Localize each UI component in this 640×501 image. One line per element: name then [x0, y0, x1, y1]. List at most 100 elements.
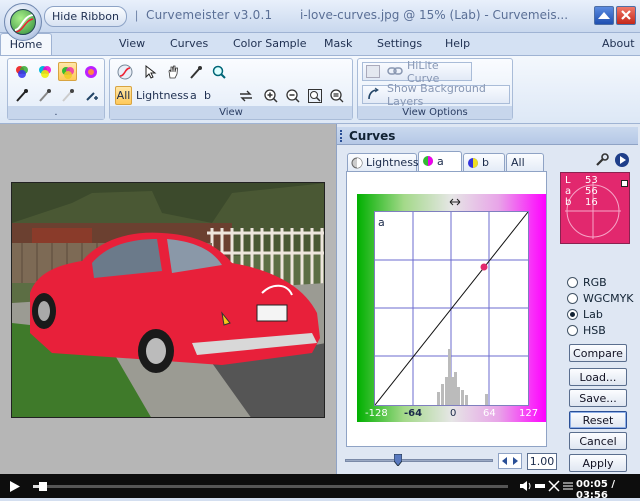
lab-circles-icon[interactable]: [58, 62, 77, 81]
mode-radio-rgb[interactable]: RGB: [567, 276, 607, 289]
show-background-layers-label: Show Background Layers: [387, 81, 486, 108]
settings-icon[interactable]: [534, 480, 546, 492]
checkbox-icon: [366, 65, 380, 78]
swap-icon[interactable]: [236, 86, 255, 105]
cmyk-circles-icon[interactable]: [35, 62, 54, 81]
lightness-icon: [351, 157, 363, 169]
readout-label: a: [565, 186, 572, 197]
close-button[interactable]: [616, 6, 636, 25]
photo-canvas[interactable]: [11, 182, 325, 418]
mode-radio-hsb[interactable]: HSB: [567, 324, 606, 337]
zoom-fit-icon[interactable]: [305, 86, 324, 105]
ribbon: . All Lightness a b View HiLite Curve Sh…: [0, 55, 640, 124]
tools-group-label: .: [8, 106, 104, 119]
tools-group: .: [7, 58, 105, 120]
tab-a-label: a: [437, 155, 444, 168]
readout-menu-icon[interactable]: [621, 180, 628, 187]
load-button[interactable]: Load...: [569, 368, 627, 386]
eyedropper-white-icon[interactable]: [58, 85, 77, 104]
mode-label: RGB: [583, 276, 607, 289]
tab-b[interactable]: b: [463, 153, 505, 171]
fullscreen-icon[interactable]: [548, 480, 560, 492]
hand-icon[interactable]: [163, 62, 182, 81]
blend-slider[interactable]: [345, 453, 493, 467]
tab-help[interactable]: Help: [445, 37, 470, 50]
view-b-button[interactable]: b: [204, 89, 211, 102]
document-title: i-love-curves.jpg @ 15% (Lab) - Curvemei…: [300, 8, 569, 22]
axis-ticks: -128 -64 0 64 127: [357, 408, 546, 422]
tab-b-label: b: [482, 156, 489, 169]
tab-lightness[interactable]: Lightness: [347, 153, 419, 171]
curve-grid[interactable]: a: [374, 211, 529, 406]
about-link[interactable]: About: [602, 37, 635, 50]
zoom-actual-icon[interactable]: [327, 86, 346, 105]
pointer-icon[interactable]: [140, 62, 159, 81]
wrench-icon[interactable]: [594, 152, 610, 171]
eyedropper-gray-icon[interactable]: [35, 85, 54, 104]
hsb-circles-icon[interactable]: [81, 62, 100, 81]
readout-value: 16: [585, 197, 598, 208]
tick-label: 64: [483, 408, 496, 419]
tab-all[interactable]: All: [506, 153, 544, 171]
volume-icon[interactable]: [519, 480, 531, 492]
slider-thumb[interactable]: [393, 453, 403, 467]
title-separator: ❘: [132, 9, 142, 22]
app-menu-button[interactable]: [4, 3, 42, 41]
menu-icon[interactable]: [562, 480, 574, 492]
view-options-group-label: View Options: [358, 106, 512, 119]
seek-track[interactable]: [33, 482, 508, 491]
tab-settings[interactable]: Settings: [377, 37, 422, 50]
zoom-icon[interactable]: [209, 62, 228, 81]
color-sampler-icon[interactable]: [186, 62, 205, 81]
grip-icon: [340, 130, 343, 142]
eyedropper-plus-icon[interactable]: [81, 85, 100, 104]
tab-mask[interactable]: Mask: [324, 37, 352, 50]
triangle-up-icon: [598, 12, 610, 19]
channel-label: a: [378, 216, 385, 229]
mode-label: HSB: [583, 324, 606, 337]
zoom-in-icon[interactable]: [261, 86, 280, 105]
show-background-layers-button[interactable]: Show Background Layers: [362, 82, 510, 108]
ribbon-tabs: Home View Curves Color Sample Mask Setti…: [0, 33, 640, 55]
view-all-button[interactable]: All: [115, 86, 132, 105]
save-button[interactable]: Save...: [569, 389, 627, 407]
radio-icon: [567, 325, 578, 336]
mode-radio-wgcmyk[interactable]: WGCMYK: [567, 292, 634, 305]
view-a-button[interactable]: a: [190, 89, 197, 102]
mode-radio-lab[interactable]: Lab: [567, 308, 603, 321]
hilite-curve-button[interactable]: HiLite Curve: [362, 59, 472, 85]
collapse-button[interactable]: [594, 6, 614, 25]
eyedropper-black-icon[interactable]: [12, 85, 31, 104]
mode-label: WGCMYK: [583, 292, 634, 305]
hide-ribbon-button[interactable]: Hide Ribbon: [44, 6, 127, 27]
input-arrow-icon[interactable]: [449, 197, 461, 210]
cancel-button[interactable]: Cancel: [569, 432, 627, 450]
view-lightness-button[interactable]: Lightness: [136, 89, 189, 102]
curvemeister-icon[interactable]: [115, 62, 134, 81]
curve-point[interactable]: [480, 263, 488, 271]
readout-value: 53: [585, 175, 598, 186]
rgb-circles-icon[interactable]: [12, 62, 31, 81]
video-player-bar: 00:05 / 03:56: [0, 474, 640, 501]
readout-label: L: [565, 175, 571, 186]
apply-button[interactable]: Apply: [569, 454, 627, 472]
tab-all-label: All: [511, 156, 525, 169]
tab-a[interactable]: a: [418, 151, 462, 171]
seek-thumb[interactable]: [39, 482, 48, 491]
tab-lightness-label: Lightness: [366, 156, 419, 169]
radio-icon: [567, 277, 578, 288]
compare-button[interactable]: Compare: [569, 344, 627, 362]
a-channel-icon: [423, 156, 433, 166]
play-menu-icon[interactable]: [614, 152, 630, 171]
zoom-out-icon[interactable]: [283, 86, 302, 105]
spinner-arrows[interactable]: [498, 453, 522, 469]
tab-color-sample[interactable]: Color Sample: [233, 37, 306, 50]
blend-value-field[interactable]: 1.00: [527, 453, 557, 470]
reset-button[interactable]: Reset: [569, 411, 627, 429]
readout-value: 56: [585, 186, 598, 197]
curve-plot: [374, 211, 529, 406]
play-icon[interactable]: [10, 481, 20, 492]
tab-curves[interactable]: Curves: [170, 37, 208, 50]
tab-view[interactable]: View: [119, 37, 145, 50]
histogram: [437, 349, 488, 405]
